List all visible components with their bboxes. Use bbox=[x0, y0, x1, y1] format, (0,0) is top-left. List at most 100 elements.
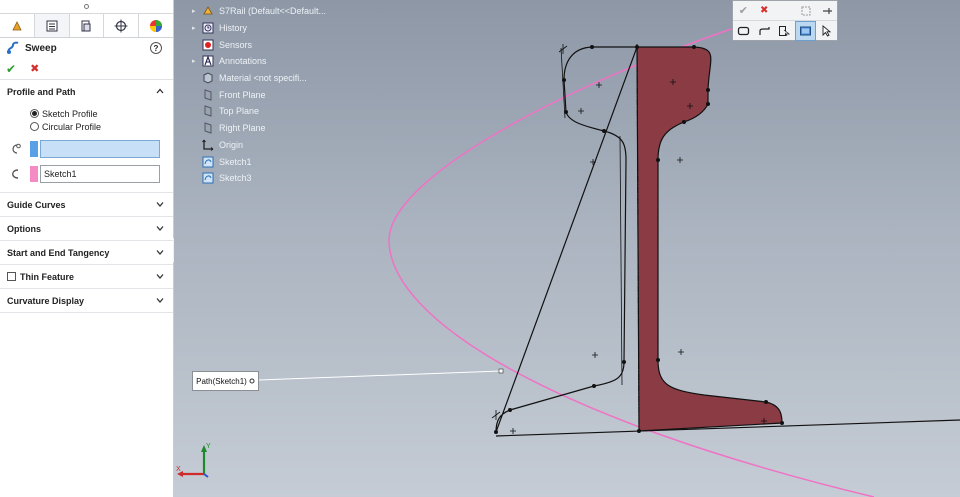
feature-manager-icon bbox=[12, 20, 22, 30]
rail-profile-outline bbox=[495, 46, 638, 433]
section-title: Guide Curves bbox=[7, 199, 66, 210]
panel-grip[interactable] bbox=[0, 0, 173, 14]
toolbar-selection-manager-button[interactable] bbox=[795, 21, 817, 41]
open-path-icon bbox=[759, 27, 770, 35]
radio-circular-profile[interactable]: Circular Profile bbox=[0, 120, 173, 133]
toolbar-cancel-button[interactable]: ✖ bbox=[754, 1, 775, 21]
construction-line bbox=[619, 135, 623, 386]
tree-root-label: S7Rail (Default<<Default... bbox=[219, 6, 327, 17]
feature-header: Sweep ? bbox=[0, 38, 173, 58]
crosshair-icon bbox=[114, 19, 128, 32]
radio-label: Circular Profile bbox=[42, 121, 102, 132]
toolbar-preview-button[interactable] bbox=[795, 1, 816, 21]
section-curvature-display[interactable]: Curvature Display bbox=[0, 289, 173, 313]
tree-item-label: Sketch3 bbox=[219, 173, 252, 184]
plane-icon bbox=[202, 89, 214, 101]
tree-item-origin[interactable]: Origin bbox=[192, 137, 326, 154]
radio-sketch-profile[interactable]: Sketch Profile bbox=[0, 107, 173, 120]
tree-item-top-plane[interactable]: Top Plane bbox=[192, 103, 326, 120]
chevron-down-icon bbox=[156, 274, 164, 279]
origin-icon bbox=[202, 139, 214, 151]
tree-item-history[interactable]: ▸ History bbox=[192, 20, 326, 37]
tree-item-label: Right Plane bbox=[219, 123, 266, 134]
tree-item-annotations[interactable]: ▸ Annotations bbox=[192, 53, 326, 70]
feature-title: Sweep bbox=[25, 42, 57, 54]
toolbar-pin-button[interactable] bbox=[816, 1, 837, 21]
tree-item-front-plane[interactable]: Front Plane bbox=[192, 86, 326, 103]
toolbar-closed-profile-button[interactable] bbox=[733, 21, 754, 41]
section-options[interactable]: Options bbox=[0, 217, 173, 241]
triad-y-label: Y bbox=[206, 443, 211, 450]
tab-property-manager[interactable] bbox=[34, 14, 70, 37]
toolbar-ok-button[interactable]: ✔ bbox=[733, 1, 754, 21]
tree-item-label: History bbox=[219, 23, 248, 34]
help-button[interactable]: ? bbox=[150, 42, 162, 54]
property-manager-icon bbox=[46, 20, 58, 31]
cursor-arrow-icon bbox=[822, 25, 832, 37]
thin-feature-checkbox[interactable] bbox=[7, 272, 16, 281]
display-manager-icon bbox=[150, 19, 163, 32]
profile-selection-box[interactable] bbox=[40, 140, 160, 158]
toolbar-row-bottom bbox=[733, 21, 837, 41]
leader-end-marker bbox=[498, 368, 504, 374]
tree-item-right-plane[interactable]: Right Plane bbox=[192, 120, 326, 137]
toolbar-standard-selection-button[interactable] bbox=[816, 21, 837, 41]
detailed-preview-icon bbox=[801, 6, 811, 15]
toolbar-open-profile-button[interactable] bbox=[754, 21, 775, 41]
plane-icon bbox=[202, 105, 214, 118]
radio-button[interactable] bbox=[30, 122, 39, 131]
tab-feature-manager[interactable] bbox=[0, 14, 35, 37]
material-icon bbox=[202, 72, 214, 84]
section-title: Start and End Tangency bbox=[7, 247, 110, 258]
section-start-end-tangency[interactable]: Start and End Tangency bbox=[0, 241, 173, 265]
chevron-down-icon bbox=[156, 202, 164, 207]
section-title: Profile and Path bbox=[7, 86, 76, 97]
path-selection-box[interactable]: Sketch1 bbox=[40, 165, 160, 183]
toolbar-region-button[interactable] bbox=[775, 21, 796, 41]
tree-item-label: Annotations bbox=[219, 56, 267, 67]
chevron-down-icon bbox=[156, 226, 164, 231]
tree-item-sensors[interactable]: Sensors bbox=[192, 36, 326, 53]
path-callout[interactable]: Path(Sketch1) bbox=[192, 371, 259, 391]
path-selector-icon bbox=[12, 169, 19, 179]
cancel-button[interactable]: ✖ bbox=[30, 62, 39, 75]
path-selection-row: Sketch1 bbox=[0, 164, 173, 184]
sketch-icon bbox=[202, 156, 214, 168]
sketch-icon bbox=[202, 172, 214, 184]
ok-cancel-row: ✔ ✖ bbox=[0, 58, 173, 80]
profile-color-swatch bbox=[30, 141, 38, 157]
sensors-icon bbox=[202, 39, 214, 51]
graphics-viewport[interactable]: ▸ S7Rail (Default<<Default... ▸ History … bbox=[174, 0, 960, 497]
collapse-icon[interactable]: ▸ bbox=[192, 7, 202, 15]
manager-tabs bbox=[0, 14, 173, 38]
chevron-down-icon bbox=[156, 250, 164, 255]
tree-item-material[interactable]: Material <not specifi... bbox=[192, 70, 326, 87]
sweep-path-curve[interactable] bbox=[388, 27, 875, 497]
expand-icon[interactable]: ▸ bbox=[192, 24, 202, 32]
tab-display-manager[interactable] bbox=[139, 14, 173, 37]
toolbar-row-top: ✔ ✖ bbox=[733, 1, 837, 21]
region-select-icon bbox=[779, 26, 791, 37]
section-thin-feature[interactable]: Thin Feature bbox=[0, 265, 173, 289]
radio-button[interactable] bbox=[30, 109, 39, 118]
confirmation-toolbar: ✔ ✖ bbox=[732, 0, 838, 41]
section-title: Thin Feature bbox=[20, 271, 75, 282]
expand-icon[interactable]: ▸ bbox=[192, 57, 202, 65]
triad-x-label: X bbox=[176, 466, 181, 473]
tree-root[interactable]: ▸ S7Rail (Default<<Default... bbox=[192, 3, 326, 20]
tree-item-sketch3[interactable]: Sketch3 bbox=[192, 170, 326, 187]
path-color-swatch bbox=[30, 166, 38, 182]
tab-configuration-manager[interactable] bbox=[70, 14, 105, 37]
section-guide-curves[interactable]: Guide Curves bbox=[0, 193, 173, 217]
selection-manager-icon bbox=[800, 26, 812, 36]
path-callout-label: Path(Sketch1) bbox=[196, 376, 247, 386]
sweep-icon bbox=[7, 41, 19, 54]
configuration-manager-icon bbox=[81, 20, 91, 31]
ok-button[interactable]: ✔ bbox=[6, 62, 16, 76]
tree-item-sketch1[interactable]: Sketch1 bbox=[192, 153, 326, 170]
chevron-down-icon bbox=[156, 298, 164, 303]
tab-dimxpert-manager[interactable] bbox=[104, 14, 140, 37]
section-title: Options bbox=[7, 223, 41, 234]
section-profile-and-path[interactable]: Profile and Path bbox=[0, 80, 173, 103]
history-icon bbox=[202, 22, 214, 34]
